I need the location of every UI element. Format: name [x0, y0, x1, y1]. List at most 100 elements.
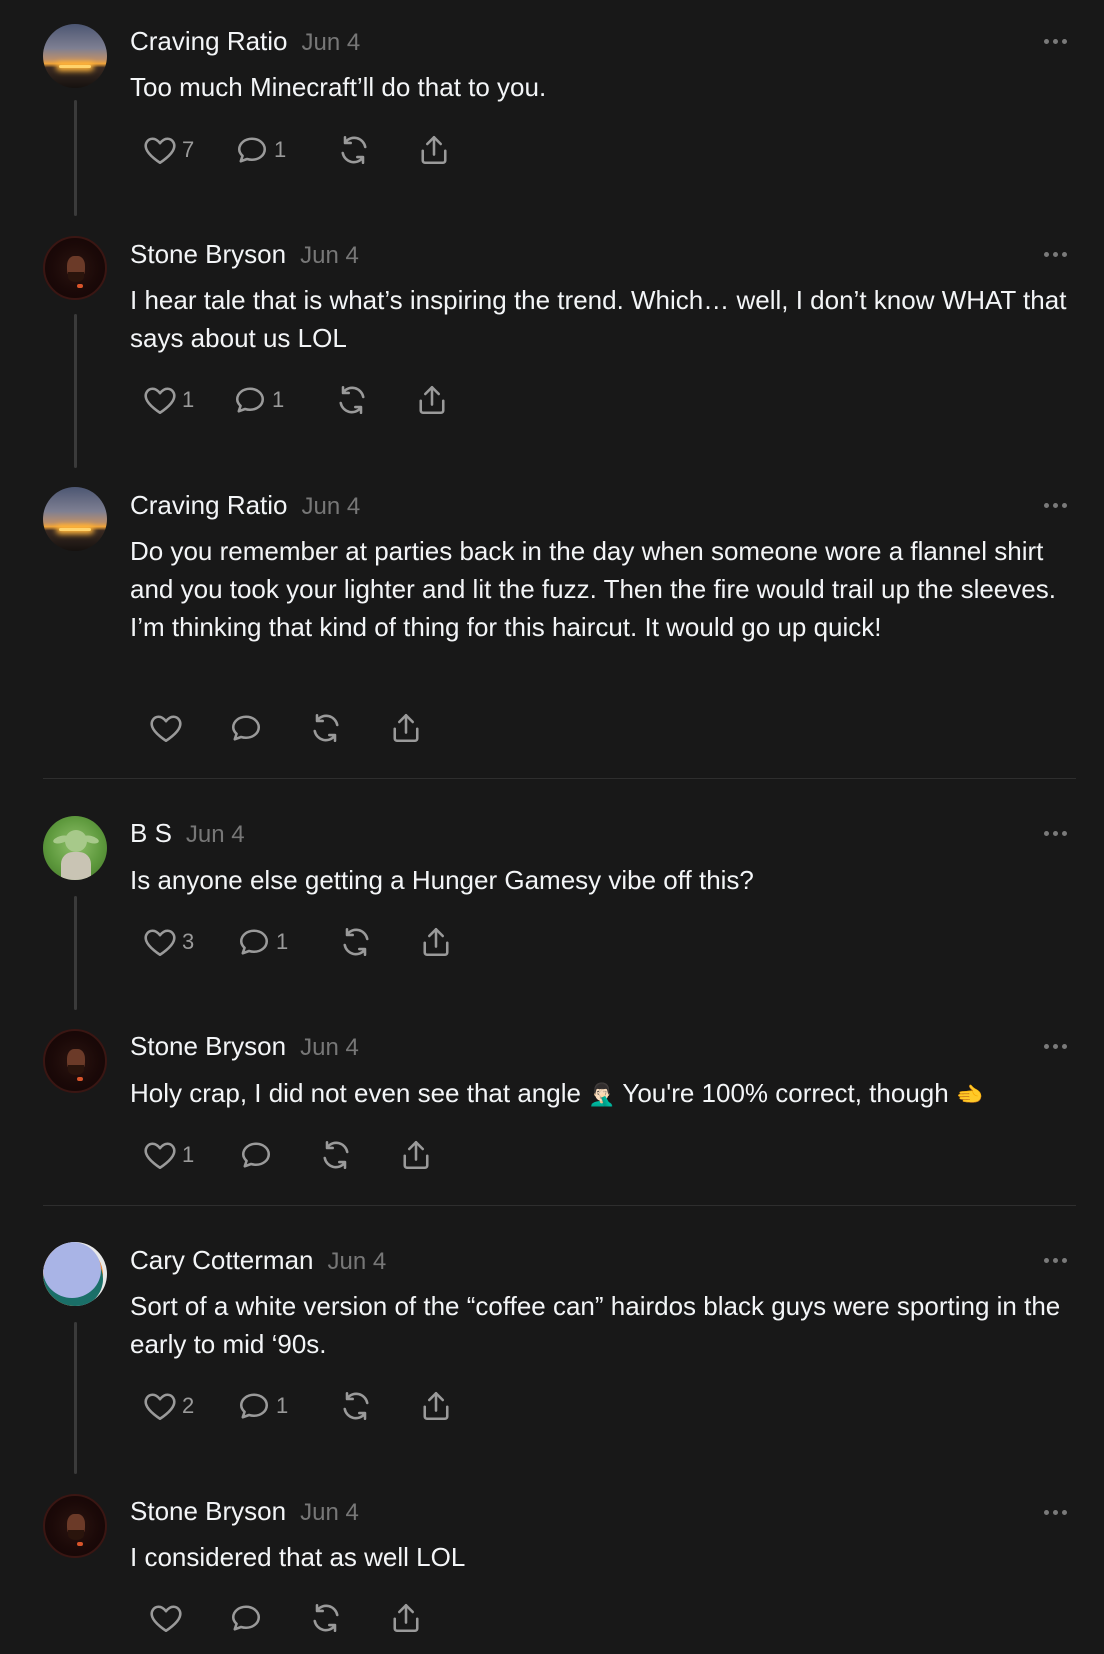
thread-line [74, 100, 77, 216]
repost-icon [318, 1137, 354, 1173]
divider [43, 1205, 1076, 1206]
avatar[interactable] [43, 24, 107, 88]
reply-count: 1 [272, 387, 285, 412]
post-date: Jun 4 [301, 29, 361, 56]
author-name[interactable]: Stone Bryson Jun 4 [130, 1031, 359, 1062]
share-icon [398, 1137, 434, 1173]
repost-button[interactable] [308, 708, 344, 748]
avatar[interactable] [43, 487, 107, 551]
like-button[interactable]: 3 [142, 922, 194, 962]
post-text: Too much Minecraft’ll do that to you. [130, 72, 547, 102]
like-button[interactable]: 1 [142, 380, 194, 420]
share-button[interactable] [388, 708, 424, 748]
repost-button[interactable] [334, 380, 370, 420]
repost-button[interactable] [336, 130, 372, 170]
post-text: Sort of a white version of the “coffee c… [130, 1291, 1061, 1359]
reply-button[interactable]: 1 [234, 130, 286, 170]
share-button[interactable] [388, 1598, 424, 1638]
heart-icon [142, 924, 178, 960]
more-icon[interactable] [1044, 1508, 1070, 1516]
facepalm-emoji: 🤦🏻‍♂️ [588, 1082, 616, 1107]
comment-icon [228, 710, 264, 746]
post-text: Do you remember at parties back in the d… [130, 536, 1056, 642]
more-icon[interactable] [1044, 829, 1070, 837]
like-count: 3 [182, 929, 195, 954]
author-name[interactable]: Cary Cotterman Jun 4 [130, 1245, 386, 1276]
share-icon [418, 1388, 454, 1424]
share-button[interactable] [414, 380, 450, 420]
more-icon[interactable] [1044, 1256, 1070, 1264]
heart-icon [142, 132, 178, 168]
reply-button[interactable] [238, 1135, 274, 1175]
heart-icon [142, 1137, 178, 1173]
avatar[interactable] [43, 1029, 107, 1093]
avatar[interactable] [43, 816, 107, 880]
reply-count: 1 [276, 929, 289, 954]
repost-icon [334, 382, 370, 418]
share-icon [416, 132, 452, 168]
post-text: Holy crap, I did not even see that angle… [130, 1074, 1080, 1114]
like-button[interactable] [148, 1598, 184, 1638]
share-button[interactable] [416, 130, 452, 170]
reply-count: 1 [276, 1393, 289, 1418]
thread-line [74, 1322, 77, 1474]
thread-line [74, 314, 77, 468]
repost-button[interactable] [338, 1386, 374, 1426]
like-count: 7 [182, 137, 195, 162]
post-text: Is anyone else getting a Hunger Gamesy v… [130, 865, 754, 895]
avatar[interactable] [43, 1242, 107, 1306]
share-button[interactable] [398, 1135, 434, 1175]
like-button[interactable] [148, 708, 184, 748]
like-button[interactable]: 7 [142, 130, 194, 170]
repost-button[interactable] [338, 922, 374, 962]
heart-icon [142, 1388, 178, 1424]
more-icon[interactable] [1044, 501, 1070, 509]
reply-button[interactable]: 1 [236, 1386, 288, 1426]
like-button[interactable]: 1 [142, 1135, 194, 1175]
reply-button[interactable]: 1 [232, 380, 284, 420]
author-name[interactable]: Stone Bryson Jun 4 [130, 1496, 359, 1527]
share-icon [388, 710, 424, 746]
comment-icon [236, 924, 272, 960]
hand-emoji: 🫲 [955, 1082, 984, 1107]
like-count: 1 [182, 1142, 195, 1167]
share-button[interactable] [418, 922, 454, 962]
share-icon [418, 924, 454, 960]
post-date: Jun 4 [300, 242, 359, 269]
share-button[interactable] [418, 1386, 454, 1426]
avatar[interactable] [43, 236, 107, 300]
reply-button[interactable] [228, 1598, 264, 1638]
share-icon [414, 382, 450, 418]
repost-icon [338, 924, 374, 960]
post-date: Jun 4 [185, 821, 245, 848]
repost-button[interactable] [308, 1598, 344, 1638]
thread-line [74, 896, 77, 1010]
more-icon[interactable] [1044, 250, 1070, 258]
comment-icon [234, 132, 270, 168]
post-date: Jun 4 [301, 493, 361, 520]
reply-button[interactable] [228, 708, 264, 748]
like-button[interactable]: 2 [142, 1386, 194, 1426]
author-name[interactable]: Craving Ratio Jun 4 [130, 490, 360, 521]
author-name[interactable]: Craving Ratio Jun 4 [130, 26, 360, 57]
post-date: Jun 4 [300, 1499, 359, 1526]
avatar[interactable] [43, 1494, 107, 1558]
author-name[interactable]: B S Jun 4 [130, 818, 245, 849]
post-date: Jun 4 [327, 1248, 387, 1275]
reply-button[interactable]: 1 [236, 922, 288, 962]
repost-icon [338, 1388, 374, 1424]
reply-count: 1 [274, 137, 287, 162]
author-name[interactable]: Stone Bryson Jun 4 [130, 239, 359, 270]
share-icon [388, 1600, 424, 1636]
divider [43, 778, 1076, 779]
post-date: Jun 4 [300, 1034, 359, 1061]
comment-icon [232, 382, 268, 418]
heart-icon [142, 382, 178, 418]
repost-icon [308, 1600, 344, 1636]
repost-icon [336, 132, 372, 168]
more-icon[interactable] [1044, 1042, 1070, 1050]
like-count: 1 [182, 387, 195, 412]
repost-button[interactable] [318, 1135, 354, 1175]
more-icon[interactable] [1044, 37, 1070, 45]
post-text: I hear tale that is what’s inspiring the… [130, 285, 1067, 353]
